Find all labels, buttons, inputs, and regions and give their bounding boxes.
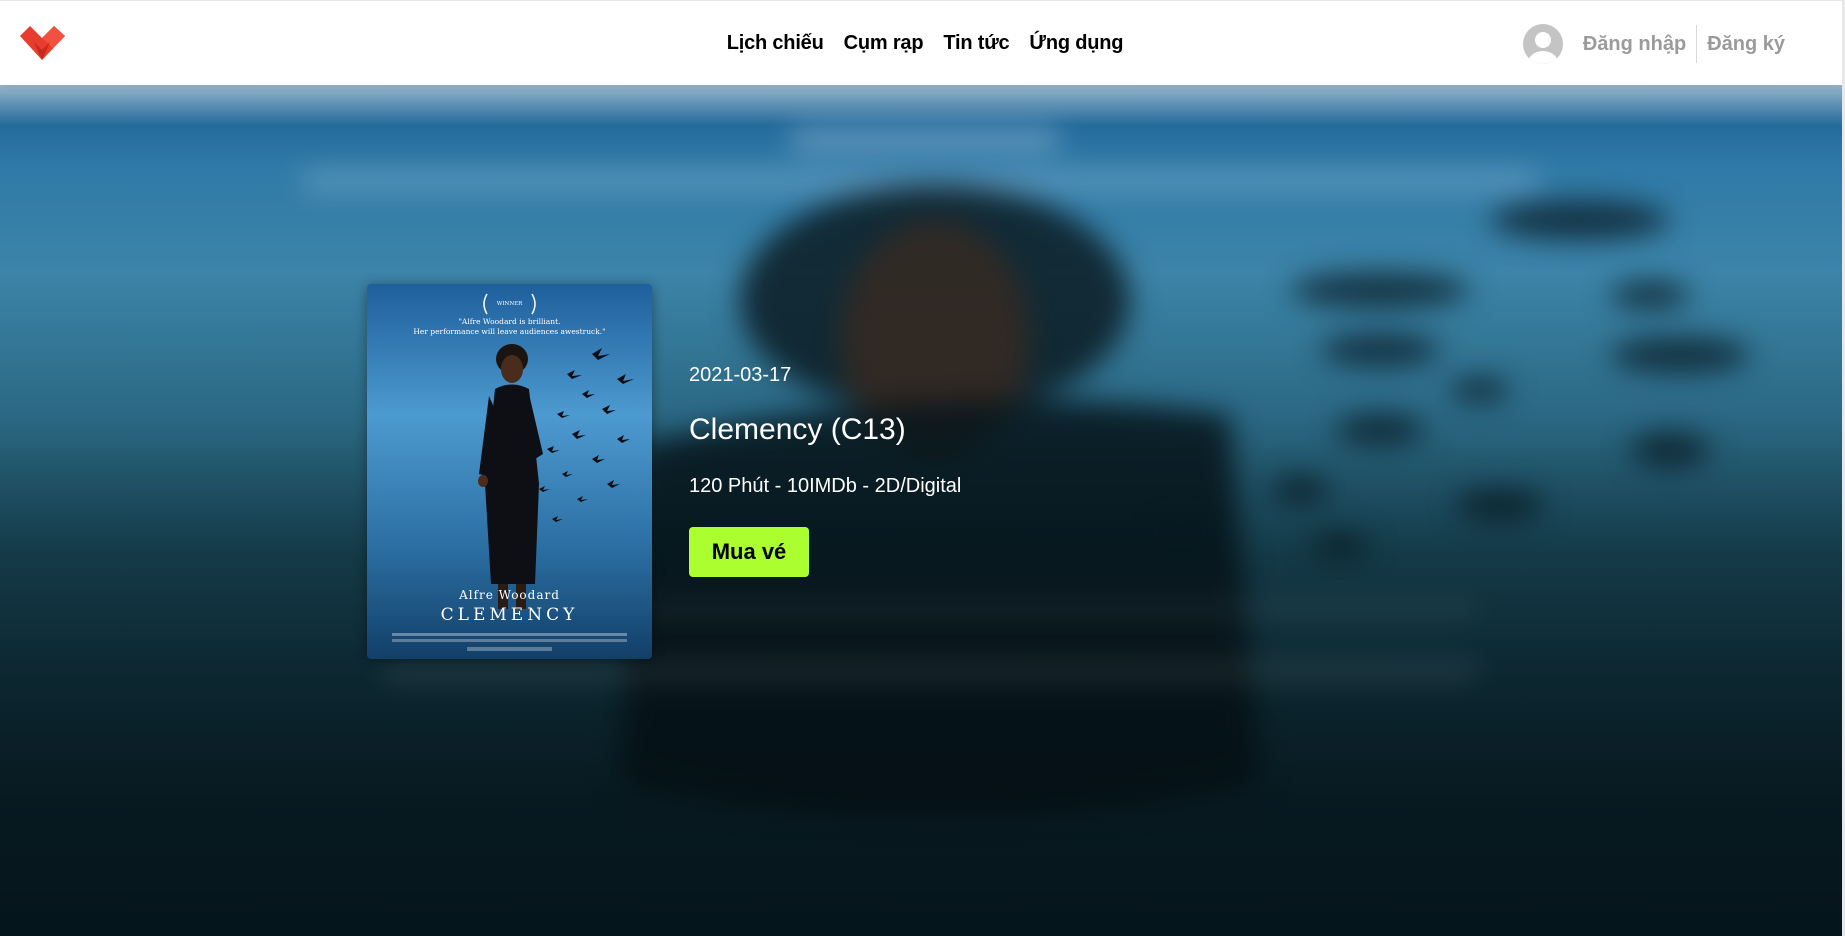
heart-logo-icon[interactable] bbox=[20, 26, 65, 62]
login-link[interactable]: Đăng nhập bbox=[1583, 33, 1686, 56]
nav-item-news[interactable]: Tin tức bbox=[943, 32, 1009, 55]
poster-award-text: WINNER bbox=[497, 301, 523, 307]
release-date: 2021-03-17 bbox=[689, 364, 792, 386]
poster-quote-line-1: "Alfre Woodard is brilliant. bbox=[458, 317, 560, 326]
movie-poster[interactable]: WINNER "Alfre Woodard is brilliant. Her … bbox=[367, 284, 652, 659]
poster-quote-line-2: Her performance will leave audiences awe… bbox=[413, 327, 605, 336]
top-navbar: Lịch chiếu Cụm rạp Tin tức Ứng dụng Đăng… bbox=[0, 0, 1845, 85]
poster-actor: Alfre Woodard bbox=[458, 588, 560, 602]
auth-divider bbox=[1696, 25, 1698, 63]
nav-item-apps[interactable]: Ứng dụng bbox=[1029, 32, 1123, 55]
user-avatar-icon[interactable] bbox=[1522, 24, 1563, 64]
movie-title: Clemency (C13) bbox=[689, 413, 906, 446]
nav-item-showtimes[interactable]: Lịch chiếu bbox=[727, 32, 824, 55]
nav-item-cinemas[interactable]: Cụm rạp bbox=[844, 32, 924, 55]
page: Lịch chiếu Cụm rạp Tin tức Ứng dụng Đăng… bbox=[0, 0, 1845, 936]
register-link[interactable]: Đăng ký bbox=[1707, 33, 1785, 56]
movie-meta: 120 Phút - 10IMDb - 2D/Digital bbox=[689, 475, 962, 497]
auth-area: Đăng nhập Đăng ký bbox=[1522, 23, 1785, 65]
movie-info: 2021-03-17 Clemency (C13) 120 Phút - 10I… bbox=[689, 364, 961, 577]
poster-film-title: CLEMENCY bbox=[441, 605, 579, 625]
buy-ticket-button[interactable]: Mua vé bbox=[689, 527, 809, 577]
